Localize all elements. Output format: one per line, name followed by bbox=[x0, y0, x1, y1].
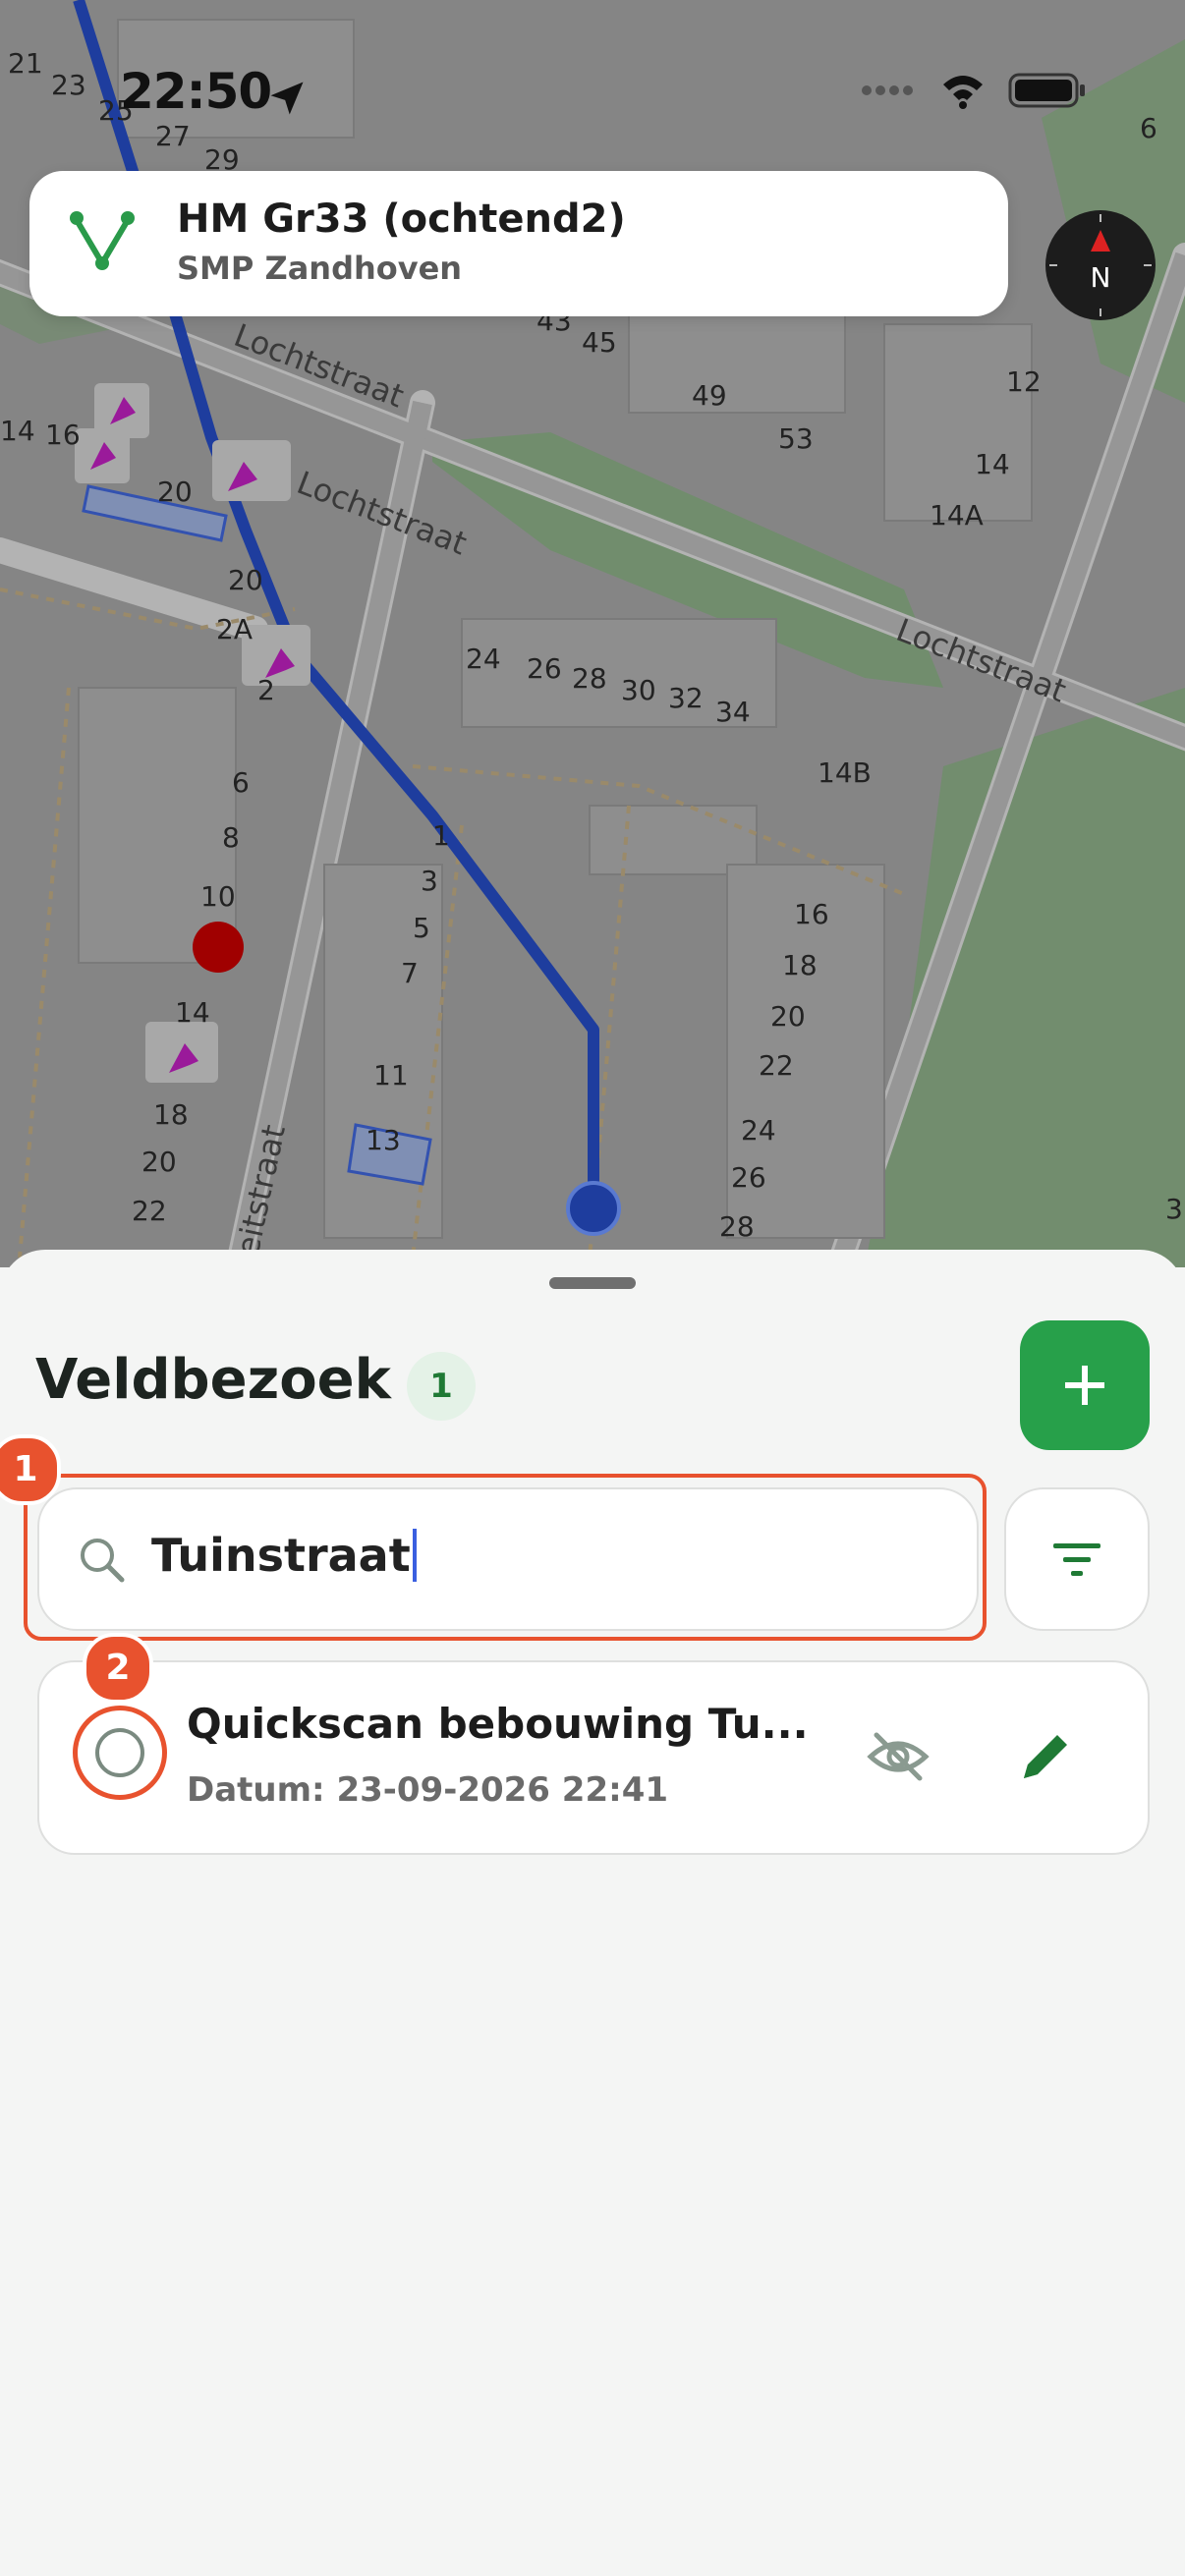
route-title: HM Gr33 (ochtend2) bbox=[177, 196, 626, 242]
item-title: Quickscan bebouwing Tu... bbox=[187, 1700, 809, 1748]
wifi-icon bbox=[939, 71, 987, 114]
house-number-label: 26 bbox=[527, 652, 562, 685]
house-number-label: 18 bbox=[782, 949, 818, 981]
step-marker-2: 2 bbox=[83, 1633, 153, 1704]
house-number-label: 28 bbox=[572, 662, 607, 695]
house-number-label: 24 bbox=[741, 1114, 776, 1147]
list-item[interactable]: Quickscan bebouwing Tu... Datum: 23-09-2… bbox=[37, 1660, 1150, 1855]
house-number-label: 6 bbox=[232, 766, 250, 799]
house-number-label: 26 bbox=[731, 1161, 766, 1194]
house-number-label: 16 bbox=[45, 419, 81, 451]
search-value: Tuinstraat bbox=[151, 1529, 411, 1582]
eye-off-icon[interactable] bbox=[865, 1723, 931, 1794]
house-number-label: 20 bbox=[228, 564, 263, 596]
compass-button[interactable]: N bbox=[1044, 208, 1157, 322]
house-number-label: 22 bbox=[132, 1195, 167, 1227]
filter-icon bbox=[1053, 1543, 1100, 1576]
house-number-label: 34 bbox=[715, 696, 751, 728]
route-icon bbox=[67, 206, 138, 281]
signal-icon bbox=[859, 81, 918, 104]
house-number-label: 11 bbox=[373, 1059, 409, 1092]
house-number-label: 8 bbox=[222, 821, 240, 854]
house-number-label: 1 bbox=[432, 819, 450, 852]
house-number-label: 14 bbox=[0, 415, 35, 447]
house-number-label: 18 bbox=[153, 1098, 189, 1131]
house-number-label: 13 bbox=[366, 1124, 401, 1156]
search-icon bbox=[77, 1535, 128, 1590]
house-number-label: 5 bbox=[413, 912, 430, 944]
house-number-label: 3 bbox=[421, 865, 438, 897]
radio-circle bbox=[95, 1728, 144, 1777]
house-number-label: 10 bbox=[200, 880, 236, 913]
house-number-label: 21 bbox=[8, 47, 43, 80]
house-number-label: 24 bbox=[466, 643, 501, 675]
select-radio[interactable] bbox=[73, 1706, 167, 1800]
battery-icon bbox=[1008, 71, 1087, 114]
status-icons bbox=[859, 71, 1087, 114]
house-number-label: 16 bbox=[794, 898, 829, 930]
sheet-title: Veldbezoek bbox=[35, 1348, 391, 1412]
house-number-label: 12 bbox=[1006, 365, 1042, 398]
house-number-label: 3 bbox=[1165, 1193, 1183, 1225]
filter-button[interactable] bbox=[1004, 1487, 1150, 1631]
house-number-label: 23 bbox=[51, 69, 86, 101]
route-subtitle: SMP Zandhoven bbox=[177, 250, 463, 287]
house-number-label: 14 bbox=[175, 996, 210, 1029]
house-number-label: 20 bbox=[770, 1000, 806, 1033]
house-number-label: 27 bbox=[155, 120, 191, 152]
compass-letter: N bbox=[1091, 261, 1111, 294]
house-number-label: 49 bbox=[692, 379, 727, 412]
edit-icon[interactable] bbox=[1012, 1723, 1079, 1794]
house-number-label: 22 bbox=[759, 1049, 794, 1082]
step-marker-1: 1 bbox=[0, 1434, 61, 1505]
sheet-handle[interactable] bbox=[549, 1277, 636, 1289]
search-input[interactable]: Tuinstraat bbox=[37, 1487, 979, 1631]
house-number-label: 6 bbox=[1140, 112, 1157, 144]
house-number-label: 32 bbox=[668, 682, 704, 714]
house-number-label: 14B bbox=[818, 756, 872, 789]
bottom-sheet: Veldbezoek 1 bbox=[0, 1250, 1185, 2576]
location-arrow-icon bbox=[270, 82, 304, 115]
house-number-label: 14 bbox=[975, 448, 1010, 480]
route-card[interactable]: HM Gr33 (ochtend2) SMP Zandhoven bbox=[29, 171, 1008, 316]
item-date: Datum: 23-09-2026 22:41 bbox=[187, 1770, 669, 1810]
house-number-label: 2A bbox=[216, 613, 253, 645]
count-badge: 1 bbox=[407, 1352, 476, 1421]
house-number-label: 2 bbox=[257, 674, 275, 706]
house-number-label: 53 bbox=[778, 422, 814, 455]
house-number-label: 30 bbox=[621, 674, 656, 706]
house-number-label: 28 bbox=[719, 1210, 755, 1243]
house-number-label: 20 bbox=[141, 1146, 177, 1178]
add-button[interactable] bbox=[1020, 1320, 1150, 1450]
status-time: 22:50 bbox=[120, 63, 272, 120]
house-number-label: 20 bbox=[157, 476, 193, 508]
plus-icon bbox=[1065, 1366, 1104, 1405]
house-number-label: 14A bbox=[930, 499, 984, 532]
house-number-label: 45 bbox=[582, 326, 617, 359]
text-caret bbox=[412, 1528, 417, 1582]
house-number-label: 7 bbox=[401, 957, 419, 989]
